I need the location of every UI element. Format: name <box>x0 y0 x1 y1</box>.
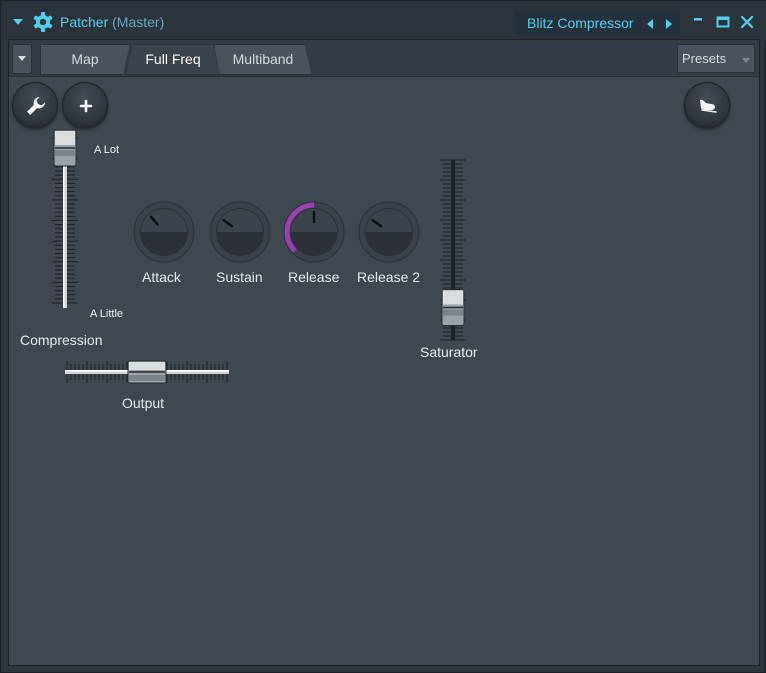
knob-label: Attack <box>142 269 181 285</box>
compression-top-label: A Lot <box>94 144 120 156</box>
triangle-left-icon <box>647 19 653 29</box>
tab-bar: Map Multiband Full Freq Presets <box>9 40 759 77</box>
title-bar: Patcher (Master) Blitz Compressor <box>1 1 766 41</box>
tab-full-freq-label: Full Freq <box>145 51 201 67</box>
compression-bottom-label: A Little <box>90 308 124 320</box>
saturator-handle[interactable] <box>441 289 465 327</box>
preset-name: Blitz Compressor <box>527 15 634 31</box>
tab-menu-button[interactable] <box>12 44 32 74</box>
window-title: Patcher (Master) <box>60 14 164 30</box>
knob-label: Release <box>288 269 340 285</box>
window-title-name: Patcher <box>60 14 109 30</box>
wrench-button[interactable] <box>12 82 58 128</box>
saturator-slider[interactable] <box>433 156 473 346</box>
plugin-window: Patcher (Master) Blitz Compressor Map Mu… <box>0 0 766 673</box>
next-preset-button[interactable] <box>664 17 674 29</box>
maximize-icon <box>716 16 730 28</box>
caret-down-icon <box>18 56 26 61</box>
chevron-down-icon <box>13 19 23 25</box>
presets-dropdown[interactable]: Presets <box>677 44 755 73</box>
knob-label: Sustain <box>216 269 263 285</box>
add-button[interactable] <box>62 82 108 128</box>
output-handle[interactable] <box>127 360 167 384</box>
plus-icon <box>79 99 93 113</box>
minimize-button[interactable] <box>691 13 707 29</box>
tab-map[interactable]: Map <box>40 44 130 75</box>
tab-multiband[interactable]: Multiband <box>214 44 312 75</box>
close-icon <box>740 15 754 29</box>
previous-preset-button[interactable] <box>645 17 655 29</box>
knob-attack[interactable] <box>132 200 196 264</box>
caret-down-icon <box>742 58 750 63</box>
window-title-suffix: (Master) <box>112 14 165 30</box>
maximize-button[interactable] <box>715 13 731 29</box>
compression-handle[interactable] <box>53 129 77 167</box>
knob-release[interactable] <box>282 200 346 264</box>
triangle-right-icon <box>666 19 672 29</box>
tab-multiband-label: Multiband <box>232 51 294 67</box>
wrench-icon <box>27 97 45 115</box>
hand-icon <box>700 99 717 113</box>
output-slider[interactable] <box>63 352 233 392</box>
knob-label: Release 2 <box>357 269 421 285</box>
presets-label: Presets <box>682 51 727 66</box>
hand-button[interactable] <box>684 82 730 128</box>
plugin-panel: Map Multiband Full Freq Presets A Lot A … <box>8 39 760 666</box>
window-menu-button[interactable] <box>11 15 25 29</box>
close-button[interactable] <box>739 13 755 29</box>
knob-release-2[interactable] <box>357 200 421 264</box>
saturator-label: Saturator <box>420 344 478 360</box>
tab-full-freq[interactable]: Full Freq <box>126 44 220 75</box>
preset-selector[interactable]: Blitz Compressor <box>515 11 680 35</box>
output-label: Output <box>122 395 165 411</box>
plugin-options-button[interactable] <box>32 11 54 33</box>
tab-map-label: Map <box>71 51 99 67</box>
minimize-icon <box>694 18 702 21</box>
knob-sustain[interactable] <box>208 200 272 264</box>
gear-icon <box>33 12 53 32</box>
compression-label: Compression <box>20 332 103 348</box>
compression-slider[interactable] <box>45 128 85 313</box>
